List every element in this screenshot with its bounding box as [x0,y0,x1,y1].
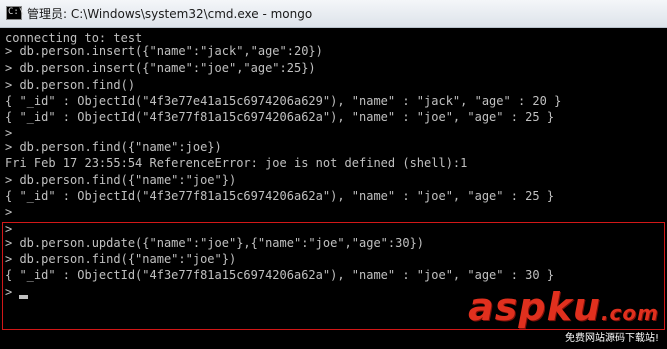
watermark-tagline: 免费网站源码下载站! [468,333,659,345]
console-line: > db.person.find() [5,78,136,92]
title-bar[interactable]: C:\ 管理员: C:\Windows\system32\cmd.exe - m… [0,0,667,28]
console-line: > [5,205,13,219]
console-line: > db.person.find({"name":"joe"}) [5,173,237,187]
console-line: > db.person.insert({"name":"jack","age":… [5,44,323,58]
console-line: > db.person.find({"name":joe}) [5,140,222,154]
watermark: aspku.com 免费网站源码下载站! [468,287,659,345]
watermark-logo: aspku.com [468,285,659,329]
cmd-icon-label: C:\ [8,7,25,17]
cmd-icon[interactable]: C:\ [6,6,25,20]
console-line: Fri Feb 17 23:55:54 ReferenceError: joe … [5,156,468,170]
console-line: { "_id" : ObjectId("4f3e77f81a15c6974206… [5,189,555,203]
console-line: { "_id" : ObjectId("4f3e77e41a15c6974206… [5,94,562,108]
console-line: > db.person.insert({"name":"joe","age":2… [5,61,316,75]
window-title: 管理员: C:\Windows\system32\cmd.exe - mongo [27,7,313,21]
console-line: { "_id" : ObjectId("4f3e77f81a15c6974206… [5,110,555,124]
